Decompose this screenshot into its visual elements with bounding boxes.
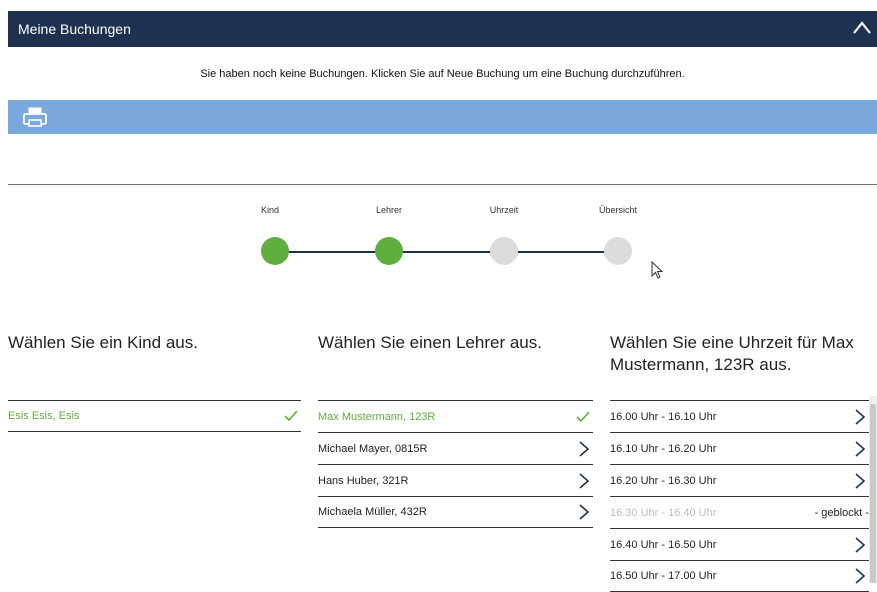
blocked-status: - geblockt - [814, 506, 869, 519]
printer-icon[interactable] [22, 106, 48, 128]
stepper-line [275, 251, 617, 253]
chevron-right-icon [855, 568, 866, 584]
chevron-right-icon [579, 472, 590, 489]
timeslot-label: 16.10 Uhr - 16.20 Uhr [610, 442, 717, 455]
lehrer-item-label: Michaela Müller, 432R [318, 506, 427, 518]
step-label-uhrzeit: Uhrzeit [489, 205, 519, 215]
no-bookings-notice: Sie haben noch keine Buchungen. Klicken … [200, 68, 685, 80]
timeslot-item-blocked: 16.30 Uhr - 16.40 Uhr - geblockt - [610, 496, 869, 528]
chevron-right-icon [855, 440, 866, 457]
section-divider [8, 184, 877, 185]
step-dot-uhrzeit [490, 237, 518, 265]
check-icon [284, 410, 298, 422]
kind-column-title: Wählen Sie ein Kind aus. [8, 333, 198, 352]
step-dot-uebersicht [604, 237, 632, 265]
timeslot-item[interactable]: 16.40 Uhr - 16.50 Uhr [610, 528, 869, 560]
chevron-up-icon[interactable] [851, 17, 873, 39]
lehrer-item[interactable]: Michaela Müller, 432R [318, 496, 593, 528]
bookings-header: Meine Buchungen [8, 11, 877, 47]
timeslot-item[interactable]: 16.00 Uhr - 16.10 Uhr [610, 400, 869, 432]
timeslot-label: 16.50 Uhr - 17.00 Uhr [610, 570, 717, 582]
lehrer-item-label: Max Mustermann, 123R [318, 410, 436, 423]
lehrer-item[interactable]: Max Mustermann, 123R [318, 400, 593, 432]
lehrer-list: Max Mustermann, 123R Michael Mayer, 0815… [318, 400, 593, 528]
step-label-kind: Kind [260, 205, 280, 215]
print-toolbar [8, 100, 877, 134]
scrollbar-thumb[interactable] [870, 404, 876, 583]
timeslot-label: 16.20 Uhr - 16.30 Uhr [610, 474, 717, 487]
timeslot-label: 16.40 Uhr - 16.50 Uhr [610, 538, 717, 551]
step-dot-kind[interactable] [261, 237, 289, 265]
lehrer-item-label: Michael Mayer, 0815R [318, 442, 428, 455]
booking-stepper: Kind Lehrer Uhrzeit Übersicht [250, 205, 650, 275]
check-icon [576, 410, 590, 422]
kind-list: Esis Esis, Esis [8, 400, 301, 432]
step-dot-lehrer[interactable] [375, 237, 403, 265]
chevron-right-icon [855, 472, 866, 489]
lehrer-item[interactable]: Michael Mayer, 0815R [318, 432, 593, 464]
uhrzeit-column-title: Wählen Sie eine Uhrzeit für Max Musterma… [610, 333, 854, 374]
chevron-right-icon [579, 440, 590, 457]
mouse-cursor-icon [651, 261, 664, 279]
timeslot-label: 16.00 Uhr - 16.10 Uhr [610, 410, 717, 423]
timeslot-label: 16.30 Uhr - 16.40 Uhr [610, 506, 717, 519]
chevron-right-icon [579, 504, 590, 520]
uhrzeit-list: 16.00 Uhr - 16.10 Uhr 16.10 Uhr - 16.20 … [610, 400, 869, 592]
kind-item-label: Esis Esis, Esis [8, 410, 80, 422]
chevron-right-icon [855, 536, 866, 553]
step-label-uebersicht: Übersicht [598, 205, 638, 215]
lehrer-item[interactable]: Hans Huber, 321R [318, 464, 593, 496]
lehrer-column-title: Wählen Sie einen Lehrer aus. [318, 333, 542, 352]
step-label-lehrer: Lehrer [375, 205, 403, 215]
kind-item[interactable]: Esis Esis, Esis [8, 400, 301, 432]
chevron-right-icon [855, 408, 866, 425]
timeslot-item[interactable]: 16.20 Uhr - 16.30 Uhr [610, 464, 869, 496]
timeslot-item[interactable]: 16.50 Uhr - 17.00 Uhr [610, 560, 869, 592]
timeslot-item[interactable]: 16.10 Uhr - 16.20 Uhr [610, 432, 869, 464]
lehrer-item-label: Hans Huber, 321R [318, 474, 409, 487]
bookings-title: Meine Buchungen [18, 21, 131, 37]
